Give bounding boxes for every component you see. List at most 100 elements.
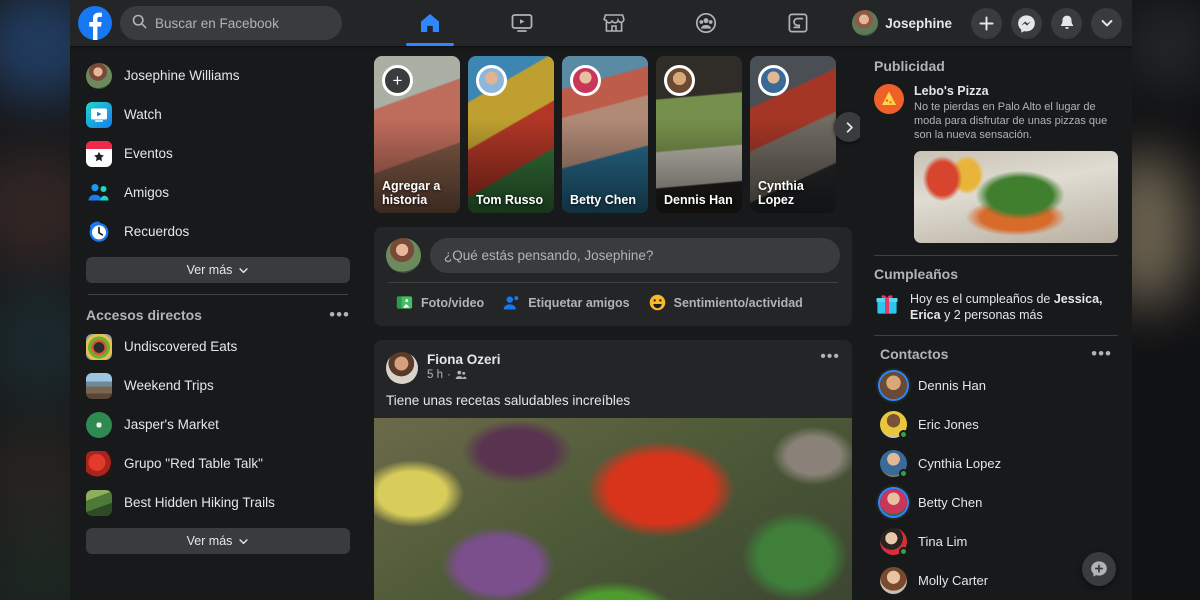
ellipsis-icon[interactable]: ••• [329,306,350,323]
contact-name: Dennis Han [918,378,986,393]
post-menu-ellipsis-icon[interactable]: ••• [820,349,840,365]
contact-row-tina-lim[interactable]: Tina Lim [874,522,1118,561]
sidebar-item-label: Eventos [124,146,173,161]
nav-tab-marketplace[interactable] [568,0,660,46]
notifications-button[interactable] [1051,7,1082,39]
composer-feeling-activity-button[interactable]: Sentimiento/actividad [639,287,812,318]
shortcut-item-hiking-trails[interactable]: Best Hidden Hiking Trails [78,483,358,522]
story-card-betty-chen[interactable]: Betty Chen [562,56,648,213]
contact-name: Tina Lim [918,534,968,549]
messenger-button[interactable] [1011,7,1042,39]
chevron-right-icon [846,121,853,133]
nav-tab-gaming[interactable] [752,0,844,46]
shortcut-item-undiscovered-eats[interactable]: Undiscovered Eats [78,327,358,366]
composer-photo-video-button[interactable]: Foto/video [386,287,493,318]
story-card-tom-russo[interactable]: Tom Russo [468,56,554,213]
sidebar-item-watch[interactable]: Watch [78,95,358,134]
friends-icon [86,180,112,206]
contact-name: Eric Jones [918,417,979,432]
nav-tab-home[interactable] [384,0,476,46]
contact-row-dennis-han[interactable]: Dennis Han [874,366,1118,405]
avatar[interactable] [386,238,421,273]
story-label: Cynthia Lopez [758,179,804,207]
shortcut-item-jaspers-market[interactable]: Jasper's Market [78,405,358,444]
online-status-dot [899,469,908,478]
nav-tab-groups[interactable] [660,0,752,46]
story-card-cynthia-lopez[interactable]: Cynthia Lopez [750,56,836,213]
story-card-dennis-han[interactable]: Dennis Han [656,56,742,213]
story-avatar-icon [664,65,695,96]
composer-action-label: Foto/video [421,295,485,310]
sidebar-item-profile[interactable]: Josephine Williams [78,56,358,95]
shortcut-item-weekend-trips[interactable]: Weekend Trips [78,366,358,405]
create-button[interactable] [971,7,1002,39]
sidebar-item-events[interactable]: Eventos [78,134,358,173]
avatar [880,450,908,478]
pizza-brand-icon [874,84,904,114]
see-more-label: Ver más [186,263,233,277]
composer-divider [388,282,838,283]
post-image[interactable] [374,418,852,600]
stories-next-button[interactable] [834,112,860,142]
header-user-name: Josephine [885,15,952,31]
contacts-title: Contactos [880,346,949,362]
bell-notification-icon [1060,15,1073,29]
messenger-icon [1018,14,1035,33]
nav-tab-watch[interactable] [476,0,568,46]
story-avatar-icon [758,65,789,96]
ad-image[interactable] [914,151,1118,243]
shortcut-thumb-market-icon [86,411,112,438]
feeling-activity-icon [649,294,665,311]
add-story-plus-icon[interactable]: + [382,65,413,96]
ellipsis-icon[interactable]: ••• [1091,345,1112,362]
chevron-down-icon [239,538,249,544]
search-icon [132,14,147,32]
contact-row-betty-chen[interactable]: Betty Chen [874,483,1118,522]
ad-advertiser-name[interactable]: Lebo's Pizza [914,84,1118,98]
story-card-add[interactable]: + Agregar a historia [374,56,460,213]
composer-tag-friends-button[interactable]: Etiquetar amigos [493,287,638,318]
composer-input[interactable]: ¿Qué estás pensando, Josephine? [430,238,840,273]
gift-icon [876,295,898,314]
sidebar-see-more-button[interactable]: Ver más [86,257,350,283]
story-label: Agregar a historia [382,179,441,207]
chevron-down-icon [1101,20,1112,27]
sidebar-item-label: Watch [124,107,162,122]
header-nav-tabs [366,0,849,46]
search-placeholder: Buscar en Facebook [155,15,279,31]
contacts-header: Contactos ••• [874,342,1118,366]
post-separator: · [447,369,451,381]
avatar[interactable] [386,352,418,384]
avatar [880,567,907,594]
birthday-item[interactable]: Hoy es el cumpleaños de Jessica, Erica y… [874,291,1118,323]
shortcut-item-red-table-talk[interactable]: Grupo "Red Table Talk" [78,444,358,483]
news-feed-column: + Agregar a historia Tom Russo Betty Che… [366,46,860,600]
post-text: Tiene unas recetas saludables increíbles [386,393,631,408]
composer-top-row: ¿Qué estás pensando, Josephine? [386,238,840,273]
header-profile-button[interactable]: Josephine [849,7,962,39]
search-input[interactable]: Buscar en Facebook [120,6,342,40]
contact-row-eric-jones[interactable]: Eric Jones [874,405,1118,444]
facebook-logo-icon[interactable] [78,6,112,40]
gaming-icon [788,13,808,33]
sidebar-item-label: Recuerdos [124,224,190,239]
marketplace-store-icon [603,14,625,32]
birthday-suffix: y 2 personas más [940,308,1043,322]
nav-active-underline [406,43,454,46]
sidebar-item-label: Amigos [124,185,170,200]
post-author-name[interactable]: Fiona Ozeri [427,352,811,367]
sidebar-item-memories[interactable]: Recuerdos [78,212,358,251]
stories-tray: + Agregar a historia Tom Russo Betty Che… [366,56,860,213]
story-label: Betty Chen [570,193,636,207]
sidebar-item-friends[interactable]: Amigos [78,173,358,212]
right-divider-1 [874,255,1118,256]
watch-video-icon [511,14,533,32]
plus-icon [979,15,994,31]
composer-placeholder: ¿Qué estás pensando, Josephine? [444,248,654,263]
birthday-prefix: Hoy es el cumpleaños de [910,292,1054,306]
shortcuts-see-more-button[interactable]: Ver más [86,528,350,554]
ad-card[interactable]: Lebo's Pizza No te pierdas en Palo Alto … [874,84,1118,142]
account-menu-button[interactable] [1091,7,1122,39]
contact-row-cynthia-lopez[interactable]: Cynthia Lopez [874,444,1118,483]
new-message-button[interactable] [1082,552,1116,586]
